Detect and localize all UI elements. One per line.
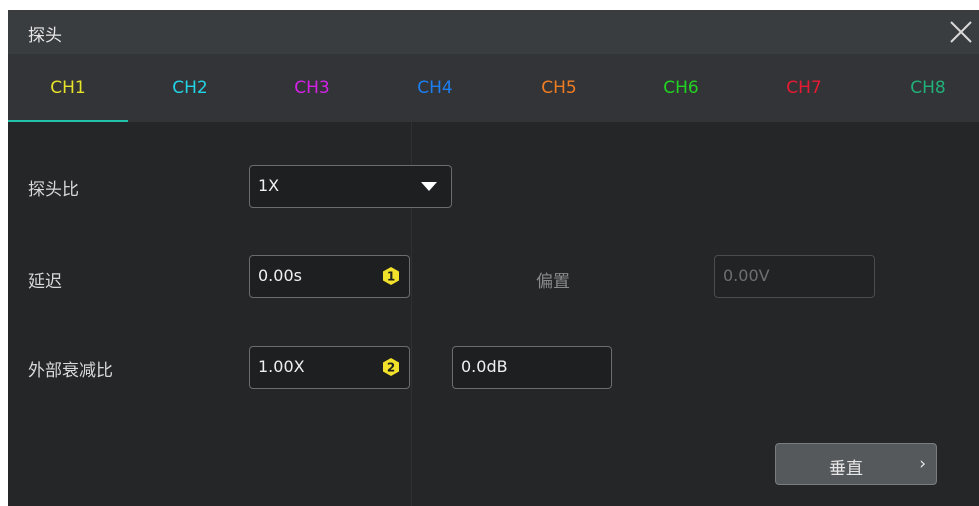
ext-atten-label: 外部衰减比 — [28, 361, 113, 381]
ext-atten-value: 1.00X — [258, 357, 305, 376]
offset-input: 0.00V — [714, 255, 875, 298]
probe-dialog: 探头 CH1 CH2 CH3 CH4 CH5 CH6 CH7 CH8 探头比 1… — [8, 10, 979, 506]
tab-ch5[interactable]: CH5 — [499, 54, 619, 122]
probe-ratio-label: 探头比 — [28, 180, 79, 200]
delay-value: 0.00s — [258, 266, 302, 285]
tab-label: CH4 — [417, 78, 453, 98]
probe-ratio-select[interactable]: 1X — [249, 165, 452, 208]
ext-atten-db-value: 0.0dB — [461, 357, 508, 376]
tab-label: CH5 — [541, 78, 577, 98]
tab-ch1[interactable]: CH1 — [8, 54, 128, 122]
caret-down-icon — [421, 182, 437, 191]
vertical-button[interactable]: 垂直 › — [775, 443, 937, 485]
tab-label: CH1 — [50, 78, 86, 98]
dialog-title: 探头 — [28, 26, 62, 46]
svg-text:2: 2 — [387, 361, 395, 375]
tab-label: CH3 — [294, 78, 330, 98]
ext-atten-db-input[interactable]: 0.0dB — [452, 346, 612, 389]
tab-label: CH6 — [663, 78, 699, 98]
knob-2-badge-icon: 2 — [383, 358, 399, 376]
tab-ch2[interactable]: CH2 — [130, 54, 250, 122]
tab-ch3[interactable]: CH3 — [252, 54, 372, 122]
vertical-button-label: 垂直 — [829, 459, 863, 479]
ext-atten-input[interactable]: 1.00X 2 — [249, 346, 410, 389]
tab-ch8[interactable]: CH8 — [868, 54, 979, 122]
close-icon[interactable] — [945, 16, 977, 48]
tab-label: CH8 — [910, 78, 946, 98]
tab-label: CH2 — [172, 78, 208, 98]
chevron-right-icon: › — [919, 454, 926, 474]
offset-value: 0.00V — [723, 266, 770, 285]
channel-tabs: CH1 CH2 CH3 CH4 CH5 CH6 CH7 CH8 — [8, 54, 979, 122]
tab-label: CH7 — [786, 78, 822, 98]
title-bar: 探头 — [8, 10, 979, 54]
tab-ch7[interactable]: CH7 — [744, 54, 864, 122]
delay-input[interactable]: 0.00s 1 — [249, 255, 410, 298]
delay-label: 延迟 — [28, 272, 62, 292]
knob-1-badge-icon: 1 — [383, 267, 399, 285]
offset-label: 偏置 — [536, 272, 570, 292]
tab-ch6[interactable]: CH6 — [621, 54, 741, 122]
tab-ch4[interactable]: CH4 — [375, 54, 495, 122]
svg-text:1: 1 — [387, 270, 395, 284]
probe-ratio-value: 1X — [258, 176, 280, 195]
